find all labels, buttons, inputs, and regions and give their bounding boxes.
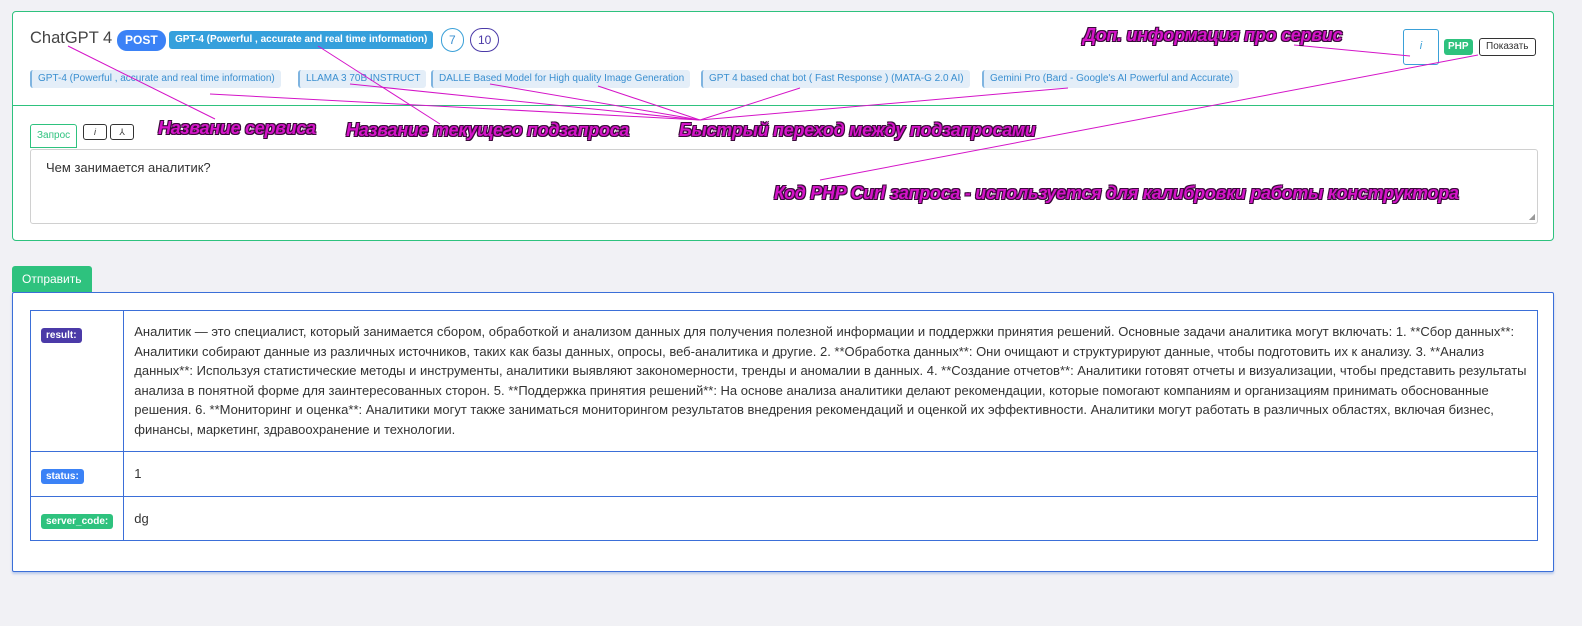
send-button[interactable]: Отправить <box>12 266 92 292</box>
count-badge-7[interactable]: 7 <box>441 28 464 52</box>
subrequest-link-llama[interactable]: LLAMA 3 70B INSTRUCT <box>298 70 427 88</box>
annotation-service-name: Название сервиса <box>158 118 316 138</box>
current-subrequest-badge: GPT-4 (Powerful , accurate and real time… <box>169 31 434 49</box>
server-code-key-badge: server_code: <box>41 513 114 529</box>
status-key-badge: status: <box>41 469 84 484</box>
request-tree-icon[interactable]: ⅄ <box>110 124 134 140</box>
subrequest-link-mata-g[interactable]: GPT 4 based chat bot ( Fast Response ) (… <box>701 70 970 88</box>
table-row: result: Аналитик — это специалист, котор… <box>29 310 1538 452</box>
resize-handle-icon[interactable]: ◢ <box>1529 212 1535 221</box>
php-badge: PHP <box>1444 39 1473 55</box>
status-value: 1 <box>123 451 1538 497</box>
annotation-current-subrequest: Название текущего подзапроса <box>346 120 630 140</box>
table-row: server_code: dg <box>29 495 1538 541</box>
request-info-button[interactable]: i <box>83 124 107 140</box>
show-php-button[interactable]: Показать <box>1479 38 1536 56</box>
subrequest-link-gpt4[interactable]: GPT-4 (Powerful , accurate and real time… <box>30 70 281 88</box>
result-value: Аналитик — это специалист, который заним… <box>123 310 1538 452</box>
server-code-value: dg <box>123 495 1538 541</box>
table-row: status: 1 <box>29 451 1538 497</box>
service-info-button[interactable]: i <box>1403 29 1439 65</box>
count-badge-10[interactable]: 10 <box>470 28 500 52</box>
result-table: result: Аналитик — это специалист, котор… <box>29 310 1538 541</box>
result-key-badge: result: <box>41 328 82 343</box>
annotation-quick-switch: Быстрый переход между подзапросами <box>679 120 1036 140</box>
request-tab[interactable]: Запрос <box>30 124 78 148</box>
annotation-extra-info: Доп. информация про сервис <box>1083 25 1343 45</box>
annotation-php-code: Код PHP Curl запроса - используется для … <box>774 183 1459 203</box>
request-text: Чем занимается аналитик? <box>46 160 211 175</box>
subrequest-link-dalle[interactable]: DALLE Based Model for High quality Image… <box>431 70 691 88</box>
panel-divider <box>13 105 1553 106</box>
result-panel: result: Аналитик — это специалист, котор… <box>12 292 1554 572</box>
method-badge: POST <box>117 30 166 51</box>
service-name: ChatGPT 4 <box>30 29 113 47</box>
subrequest-link-gemini[interactable]: Gemini Pro (Bard - Google's AI Powerful … <box>982 70 1240 88</box>
